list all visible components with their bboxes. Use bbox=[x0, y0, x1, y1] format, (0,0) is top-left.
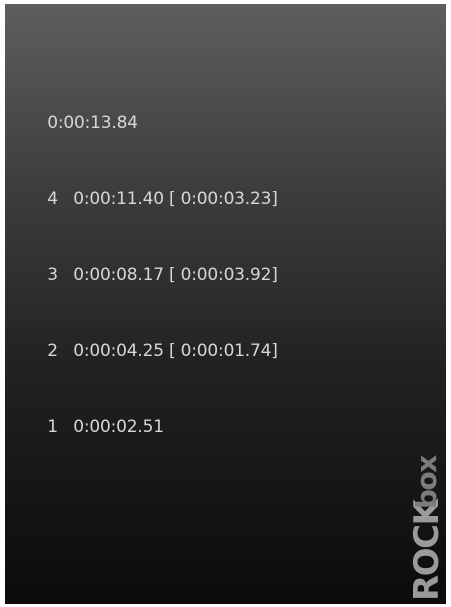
lap-time: 0:00:08.17 bbox=[73, 265, 164, 285]
rockbox-logo-wordmark: ROCK box bbox=[407, 455, 446, 601]
lap-split: [ 0:00:01.74] bbox=[169, 341, 278, 361]
lap-number: 4 bbox=[47, 189, 58, 209]
lap-number: 3 bbox=[47, 265, 58, 285]
lap-row: 2 0:00:04.25 [ 0:00:01.74] bbox=[16, 314, 278, 361]
lap-row: 3 0:00:08.17 [ 0:00:03.92] bbox=[16, 238, 278, 285]
svg-text:ROCK: ROCK bbox=[407, 497, 446, 601]
lap-row: 4 0:00:11.40 [ 0:00:03.23] bbox=[16, 162, 278, 209]
rockbox-logo: ROCK box bbox=[407, 455, 446, 601]
lap-split: [ 0:00:03.92] bbox=[169, 265, 278, 285]
stopwatch-screen: 0:00:13.84 4 0:00:11.40 [ 0:00:03.23] 3 0:… bbox=[5, 4, 446, 604]
lap-split: [ 0:00:03.23] bbox=[169, 189, 278, 209]
lap-row: 1 0:00:02.51 bbox=[16, 390, 278, 437]
lap-time: 0:00:04.25 bbox=[73, 341, 164, 361]
total-time: 0:00:13.84 bbox=[47, 113, 138, 133]
total-time-row: 0:00:13.84 bbox=[16, 86, 278, 133]
lap-time: 0:00:11.40 bbox=[73, 189, 164, 209]
lap-number: 1 bbox=[47, 417, 58, 437]
svg-text:box: box bbox=[410, 455, 443, 509]
lap-number: 2 bbox=[47, 341, 58, 361]
lap-time: 0:00:02.51 bbox=[73, 417, 164, 437]
lap-list: 0:00:13.84 4 0:00:11.40 [ 0:00:03.23] 3 0:… bbox=[16, 36, 278, 466]
